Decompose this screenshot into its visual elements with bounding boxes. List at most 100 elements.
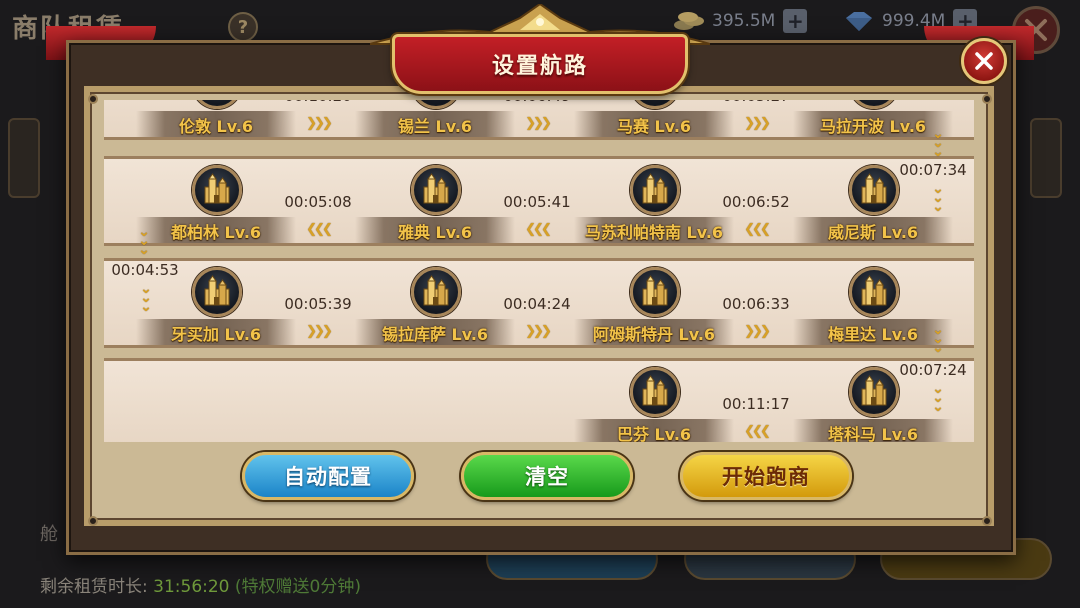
city-badge — [411, 267, 461, 317]
start-trade-label: 开始跑商 — [722, 465, 810, 489]
remaining-bonus: (特权赠送0分钟) — [234, 577, 361, 597]
city-node[interactable]: 雅典 Lv.6 — [355, 159, 515, 249]
castle-icon — [857, 100, 891, 101]
rivet — [982, 94, 992, 104]
city-name: 梅里达 Lv.6 — [827, 325, 919, 344]
gold-amount: 395.5M — [712, 11, 776, 31]
city-name: 马苏利帕特南 Lv.6 — [584, 223, 724, 242]
castle-icon — [861, 275, 887, 306]
remaining-time-line: 剩余租赁时长: 31:56:20 (特权赠送0分钟) — [40, 572, 361, 597]
city-node[interactable]: 伦敦 Lv.6 — [136, 100, 296, 143]
city-badge — [192, 165, 242, 215]
city-name: 锡兰 Lv.6 — [397, 117, 473, 136]
start-trade-button[interactable]: 开始跑商 — [680, 452, 852, 500]
castle-icon — [638, 100, 672, 101]
castle-icon — [642, 375, 668, 406]
castle-icon — [204, 173, 230, 204]
city-name: 雅典 Lv.6 — [397, 223, 473, 242]
remaining-label: 剩余租赁时长: — [40, 577, 148, 597]
gem-icon — [846, 12, 872, 31]
city-node[interactable]: 都柏林 Lv.6 — [136, 159, 296, 249]
help-button[interactable]: ? — [228, 12, 258, 42]
city-badge — [630, 267, 680, 317]
castle-icon — [204, 275, 230, 306]
auto-config-button[interactable]: 自动配置 — [242, 452, 414, 500]
direction-arrows-icon: ❮❮❮ — [744, 424, 771, 439]
route-row: 伦敦 Lv.6 锡兰 Lv.6 马赛 Lv.6 马拉开波 Lv.6 00:10:20 ❯❯… — [104, 100, 974, 140]
city-name: 马拉开波 Lv.6 — [819, 117, 927, 136]
direction-arrows-icon: ❮❮❮ — [525, 222, 552, 237]
castle-icon — [861, 375, 887, 406]
rivet — [88, 94, 98, 104]
direction-arrows-icon: ❯❯❯ — [306, 116, 333, 131]
city-node[interactable]: 马苏利帕特南 Lv.6 — [574, 159, 734, 249]
side-tab-right — [1030, 118, 1062, 198]
city-node[interactable]: 锡拉库萨 Lv.6 — [355, 261, 515, 351]
city-badge — [630, 367, 680, 417]
city-name: 锡拉库萨 Lv.6 — [381, 325, 489, 344]
city-node[interactable]: 梅里达 Lv.6 — [793, 261, 953, 351]
down-arrows-icon: ⌄ ⌄ ⌄ — [932, 126, 944, 160]
castle-icon — [423, 173, 449, 204]
castle-icon — [419, 100, 453, 101]
city-node[interactable]: 巴芬 Lv.6 — [574, 361, 734, 442]
direction-arrows-icon: ❯❯❯ — [525, 116, 552, 131]
route-row: 牙买加 Lv.6 锡拉库萨 Lv.6 阿姆斯特丹 Lv.6 梅里达 Lv.6 00:05… — [104, 258, 974, 348]
route-row: 都柏林 Lv.6 雅典 Lv.6 马苏利帕特南 Lv.6 威尼斯 Lv.6 00:05:… — [104, 156, 974, 246]
city-name: 巴芬 Lv.6 — [616, 425, 692, 442]
turn-travel-time: 00:04:53 — [111, 261, 179, 279]
close-icon — [975, 52, 993, 70]
side-tab-left — [8, 118, 40, 198]
clear-button[interactable]: 清空 — [461, 452, 633, 500]
remaining-time: 31:56:20 — [153, 577, 230, 597]
city-node[interactable]: 马拉开波 Lv.6 — [793, 100, 953, 143]
bottom-label: 舱 — [40, 524, 58, 545]
direction-arrows-icon: ❮❮❮ — [744, 222, 771, 237]
add-gold-button[interactable]: + — [783, 9, 808, 33]
travel-time: 00:05:41 — [503, 193, 571, 211]
city-badge — [849, 367, 899, 417]
clear-label: 清空 — [525, 465, 569, 489]
down-arrows-icon: ⌄ ⌄ ⌄ — [932, 322, 944, 356]
travel-time: 00:04:24 — [503, 295, 571, 313]
city-node[interactable]: 锡兰 Lv.6 — [355, 100, 515, 143]
city-name: 阿姆斯特丹 Lv.6 — [592, 325, 716, 344]
travel-time: 00:05:27 — [716, 100, 796, 105]
turn-travel-time: 00:07:34 — [899, 161, 967, 179]
close-button[interactable] — [961, 38, 1007, 84]
route-list[interactable]: 伦敦 Lv.6 锡兰 Lv.6 马赛 Lv.6 马拉开波 Lv.6 00:10:20 ❯❯… — [104, 100, 974, 442]
travel-time: 00:10:20 — [278, 100, 358, 105]
title-banner: 设置航路 — [392, 34, 688, 94]
travel-time: 00:05:08 — [284, 193, 352, 211]
city-name: 都柏林 Lv.6 — [170, 223, 262, 242]
travel-time: 00:11:17 — [722, 395, 790, 413]
city-badge — [192, 267, 242, 317]
turn-travel-time: 00:07:24 — [899, 361, 967, 379]
direction-arrows-icon: ❯❯❯ — [744, 116, 771, 131]
castle-icon — [861, 173, 887, 204]
city-badge — [849, 267, 899, 317]
castle-icon — [642, 275, 668, 306]
city-badge — [411, 100, 461, 109]
city-name: 塔科马 Lv.6 — [827, 425, 919, 442]
down-arrows-icon: ⌄ ⌄ ⌄ — [140, 281, 152, 315]
travel-time: 00:05:39 — [284, 295, 352, 313]
route-row: 巴芬 Lv.6 塔科马 Lv.6 00:11:17 ❮❮❮ 00:07:24 ⌄ ⌄ ⌄ — [104, 358, 974, 442]
city-badge — [849, 165, 899, 215]
city-node[interactable]: 马赛 Lv.6 — [574, 100, 734, 143]
down-arrows-icon: ⌄ ⌄ ⌄ — [932, 381, 944, 415]
city-badge — [849, 100, 899, 109]
city-node[interactable]: 阿姆斯特丹 Lv.6 — [574, 261, 734, 351]
dialog-title: 设置航路 — [491, 54, 588, 79]
city-badge — [630, 100, 680, 109]
castle-icon — [423, 275, 449, 306]
travel-time: 00:06:49 — [497, 100, 577, 105]
down-arrows-icon: ⌄ ⌄ ⌄ — [138, 224, 150, 258]
city-name: 牙买加 Lv.6 — [170, 325, 262, 344]
city-badge — [411, 165, 461, 215]
direction-arrows-icon: ❯❯❯ — [744, 324, 771, 339]
direction-arrows-icon: ❯❯❯ — [525, 324, 552, 339]
rivet — [982, 516, 992, 526]
city-name: 马赛 Lv.6 — [616, 117, 692, 136]
auto-config-label: 自动配置 — [284, 465, 372, 489]
